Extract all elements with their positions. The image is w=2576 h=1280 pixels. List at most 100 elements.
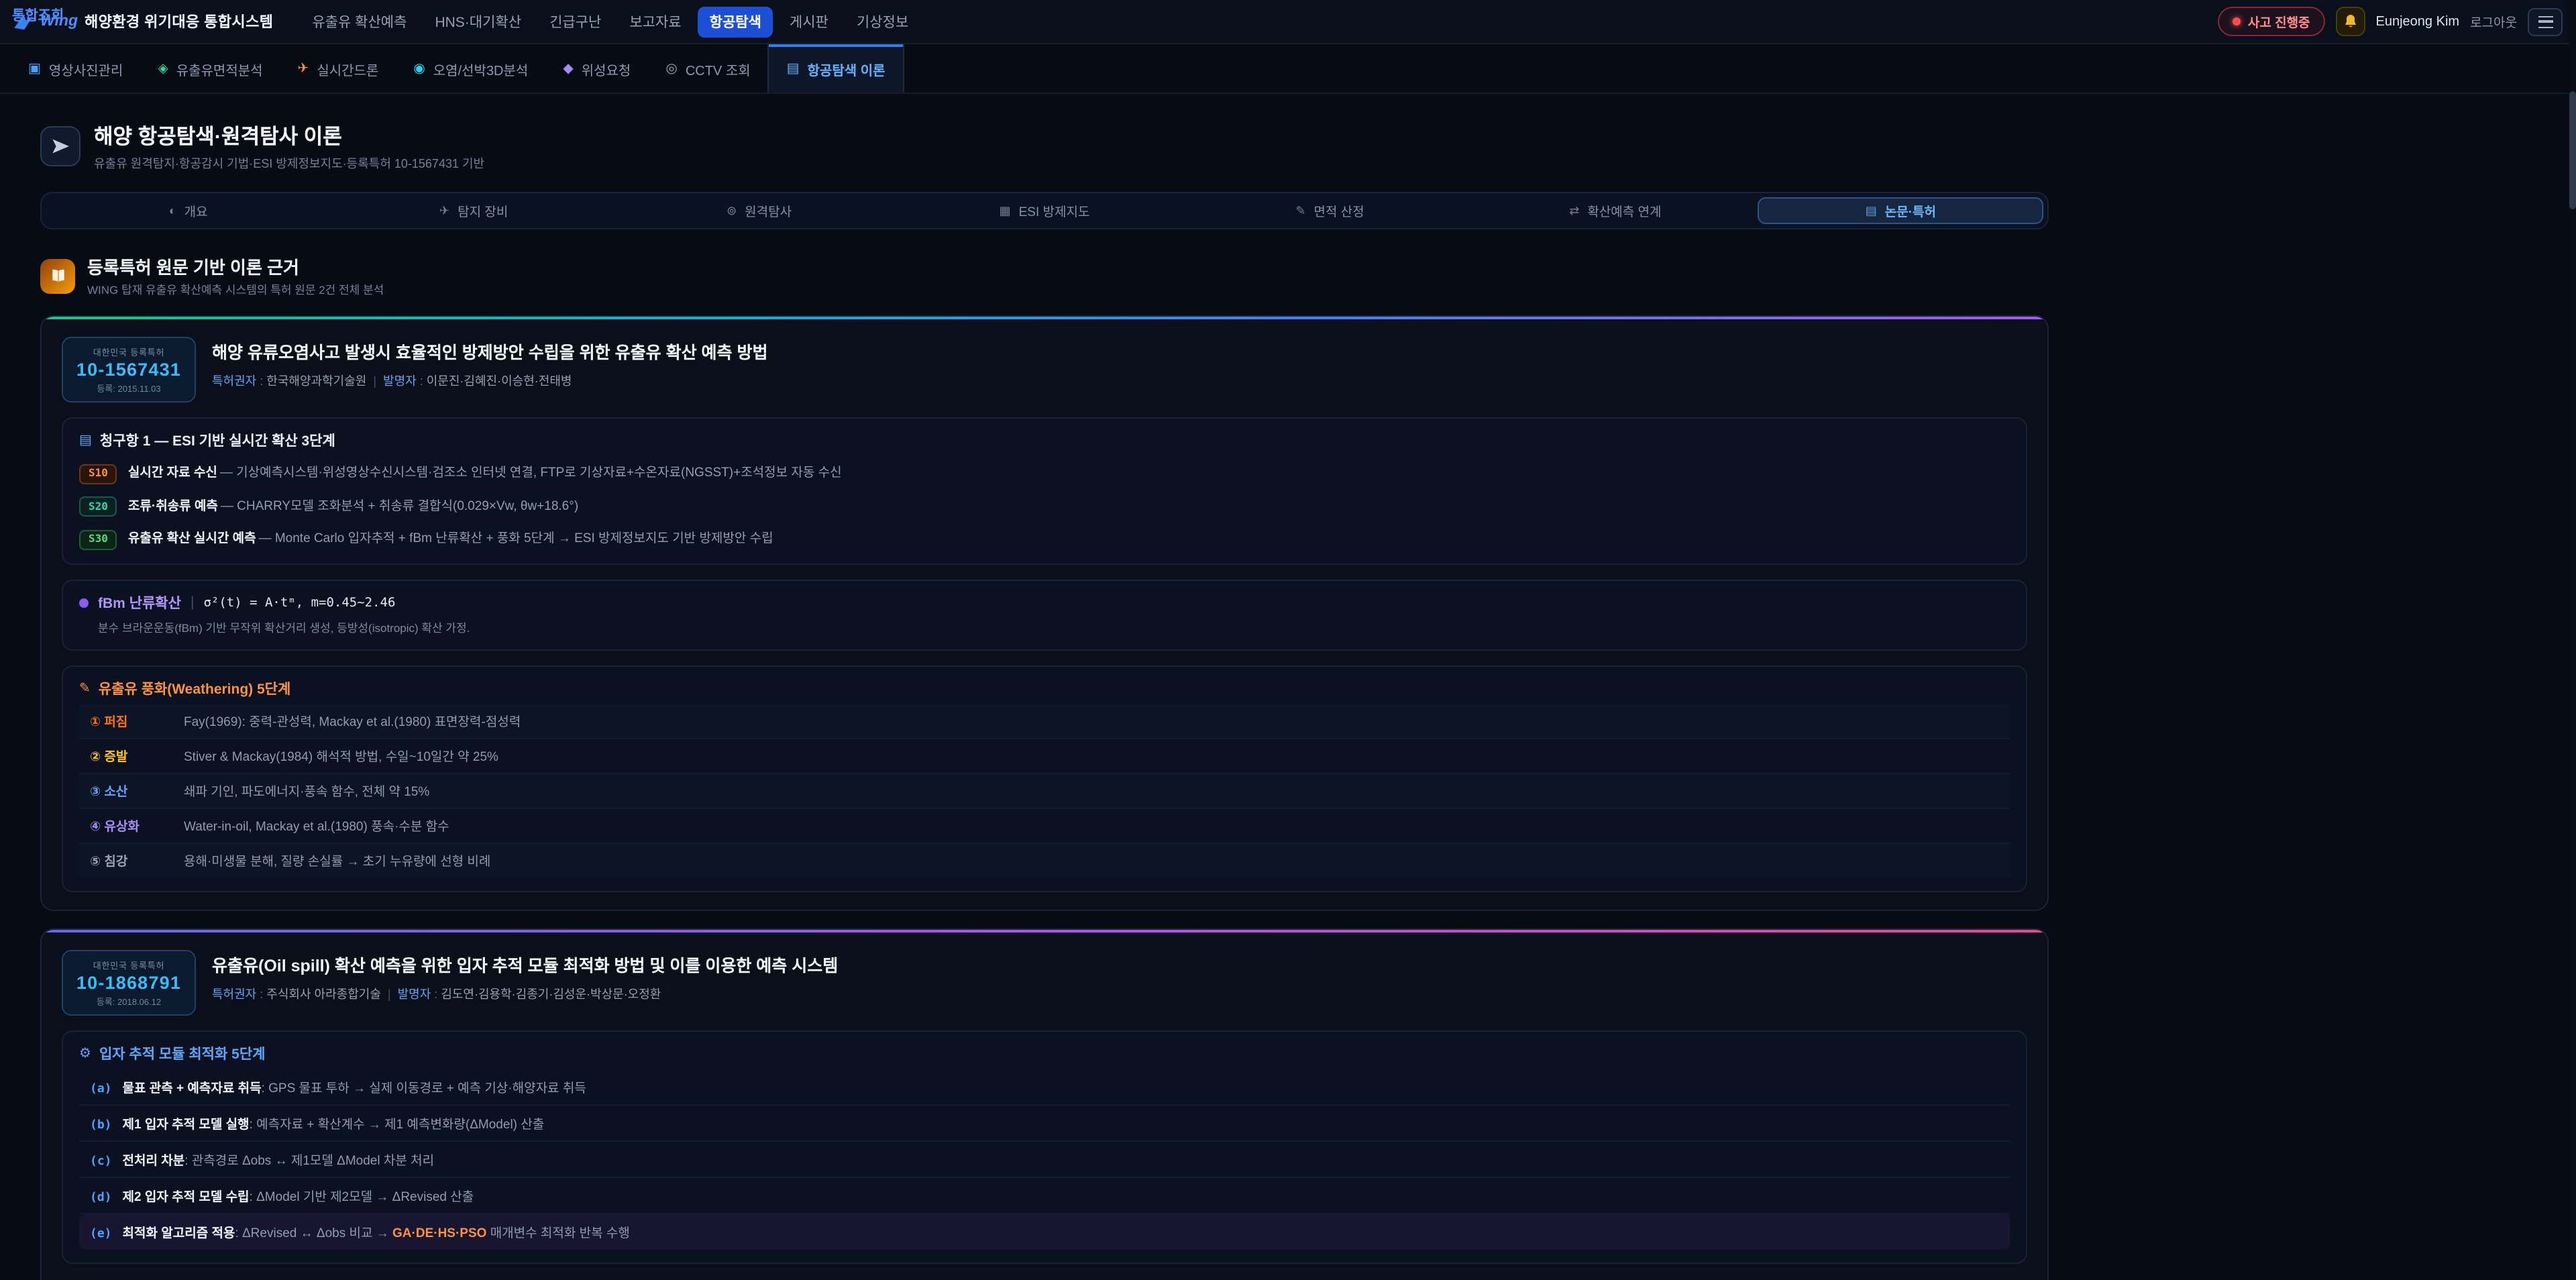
- main-menu: 유출유 확산예측 HNS·대기확산 긴급구난 보고자료 항공탐색 게시판 기상정…: [300, 6, 920, 37]
- patent-reg-date: 등록: 2018.06.12: [71, 994, 186, 1007]
- step-name: 유출유 확산 실시간 예측: [128, 531, 256, 546]
- subtab-cctv-view[interactable]: ◎ CCTV 조회: [648, 44, 767, 93]
- step-name: 물표 관측 + 예측자료 취득: [123, 1081, 262, 1096]
- fbm-title-row: fBm 난류확산 | σ²(t) = A·tᵐ, m=0.45~2.46: [79, 592, 2010, 612]
- tab-diffusion-link[interactable]: ⇄확산예측 연계: [1472, 197, 1758, 224]
- document-icon: ▤: [787, 61, 800, 76]
- meta-divider: |: [373, 374, 376, 388]
- cctv-icon: ◎: [665, 61, 677, 76]
- fbm-title: fBm 난류확산: [98, 592, 181, 612]
- scrollbar-thumb[interactable]: [2569, 91, 2576, 209]
- menu-item-integrated-search[interactable]: 통합조회: [0, 0, 2576, 11]
- step-text: 제2 입자 추적 모델 수립: ΔModel 기반 제2모델 → ΔRevise…: [123, 1185, 474, 1204]
- weathering-panel: ✎ 유출유 풍화(Weathering) 5단계 ① 퍼짐Fay(1969): …: [62, 665, 2027, 892]
- patent-card-10-1567431: 대한민국 등록특허 10-1567431 등록: 2015.11.03 해양 유…: [40, 315, 2049, 910]
- subtab-label: 영상사진관리: [49, 58, 123, 78]
- patent-country-label: 대한민국 등록특허: [71, 345, 186, 358]
- tab-label: 면적 산정: [1313, 201, 1364, 220]
- step-desc-suffix: 매개변수 최적화 반복 수행: [486, 1226, 629, 1240]
- three-d-icon: ◉: [413, 61, 425, 76]
- fbm-description: 분수 브라운운동(fBm) 기반 무작위 확산거리 생성, 등방성(isotro…: [79, 619, 2010, 635]
- subtab-spill-area-analysis[interactable]: ◈ 유출유면적분석: [140, 44, 280, 93]
- optimization-step-e: (e) 최적화 알고리즘 적용: ΔRevised ↔ Δobs 비교 → GA…: [79, 1214, 2010, 1248]
- step-name: 제1 입자 추적 모델 실행: [123, 1117, 250, 1132]
- patent-number: 10-1567431: [71, 360, 186, 380]
- page-title-block: 해양 항공탐색·원격탐사 이론 유출유 원격탐지·항공감시 기법·ESI 방제정…: [94, 121, 484, 172]
- gear-icon: ⚙: [79, 1046, 91, 1061]
- step-badge: S30: [79, 529, 117, 549]
- tab-detection-equipment[interactable]: ✈탐지 장비: [331, 197, 616, 224]
- step-text: 제1 입자 추적 모델 실행: 예측자료 + 확산계수 → 제1 예측변화량(Δ…: [123, 1113, 545, 1132]
- subtab-label: 항공탐색 이론: [808, 58, 885, 78]
- weathering-label: ① 퍼짐: [90, 711, 176, 730]
- step-text: 유출유 확산 실시간 예측— Monte Carlo 입자추적 + fBm 난류…: [128, 531, 773, 547]
- hamburger-menu-button[interactable]: [2528, 7, 2563, 36]
- step-desc: : ΔModel 기반 제2모델 → ΔRevised 산출: [250, 1189, 474, 1204]
- tab-esi-map[interactable]: ▦ESI 방제지도: [902, 197, 1187, 224]
- step-desc: — CHARRY모델 조화분석 + 취송류 결합식(0.029×Vw, θw+1…: [221, 498, 578, 513]
- incident-status-badge[interactable]: 사고 진행중: [2218, 7, 2325, 36]
- weathering-table: ① 퍼짐Fay(1969): 중력-관성력, Mackay et al.(198…: [79, 704, 2010, 877]
- subtab-realtime-drone[interactable]: ✈ 실시간드론: [280, 44, 396, 93]
- step-badge: S10: [79, 464, 117, 484]
- tab-remote-sensing[interactable]: ⊚원격탐사: [616, 197, 902, 224]
- notifications-button[interactable]: [2336, 7, 2365, 36]
- weathering-title-row: ✎ 유출유 풍화(Weathering) 5단계: [79, 678, 2010, 698]
- meta-divider: |: [388, 987, 391, 1000]
- owner-label: 특허권자: [212, 374, 266, 388]
- purple-dot-icon: [79, 598, 89, 607]
- patent-meta: 특허권자주식회사 아라종합기술|발명자김도연·김용학·김종기·김성운·박상문·오…: [212, 984, 838, 1002]
- patent-header: 대한민국 등록특허 10-1567431 등록: 2015.11.03 해양 유…: [62, 337, 2027, 403]
- image-icon: ▣: [28, 61, 41, 76]
- tab-overview[interactable]: ◐개요: [46, 197, 331, 224]
- inventor-label: 발명자: [398, 987, 441, 1000]
- optimization-step-d: (d) 제2 입자 추적 모델 수립: ΔModel 기반 제2모델 → ΔRe…: [79, 1177, 2010, 1214]
- step-desc: : ΔRevised ↔ Δobs 비교 →: [235, 1226, 392, 1240]
- patent-header: 대한민국 등록특허 10-1868791 등록: 2018.06.12 유출유(…: [62, 949, 2027, 1015]
- subtab-aerial-search-theory[interactable]: ▤ 항공탐색 이론: [768, 44, 904, 93]
- user-name[interactable]: Eunjeong Kim: [2376, 14, 2460, 29]
- area-analysis-icon: ◈: [158, 61, 168, 76]
- patent-title-block: 해양 유류오염사고 발생시 효율적인 방제방안 수립을 위한 유출유 확산 예측…: [212, 337, 767, 389]
- subtab-satellite-request[interactable]: ◆ 위성요청: [545, 44, 648, 93]
- owner-value: 한국해양과학기술원: [266, 374, 366, 388]
- section-title: 등록특허 원문 기반 이론 근거: [87, 254, 384, 279]
- subtab-label: 오염/선박3D분석: [433, 58, 529, 78]
- step-desc: : GPS 물표 투하 → 실제 이동경로 + 예측 기상·해양자료 취득: [262, 1081, 586, 1096]
- tab-papers-patents[interactable]: ▤논문·특허: [1758, 197, 2043, 224]
- weathering-desc: 쇄파 기인, 파도에너지·풍속 함수, 전체 약 15%: [184, 781, 429, 800]
- subtab-image-photo-management[interactable]: ▣ 영상사진관리: [11, 44, 140, 93]
- page-subtitle: 유출유 원격탐지·항공감시 기법·ESI 방제정보지도·등록특허 10-1567…: [94, 154, 484, 172]
- patent-title: 유출유(Oil spill) 확산 예측을 위한 입자 추적 모듈 최적화 방법…: [212, 951, 838, 976]
- main-content: 해양 항공탐색·원격탐사 이론 유출유 원격탐지·항공감시 기법·ESI 방제정…: [0, 94, 2049, 1280]
- subtab-pollution-ship-3d[interactable]: ◉ 오염/선박3D분석: [396, 44, 545, 93]
- optimization-steps: (a) 물표 관측 + 예측자료 취득: GPS 물표 투하 → 실제 이동경로…: [79, 1069, 2010, 1248]
- scrollbar[interactable]: [2569, 0, 2576, 1280]
- overview-icon: ◐: [169, 204, 176, 217]
- book-icon: [40, 258, 75, 293]
- aircraft-icon: ✈: [439, 203, 449, 218]
- logout-button[interactable]: 로그아웃: [2470, 12, 2517, 31]
- step-desc: — Monte Carlo 입자추적 + fBm 난류확산 + 풍화 5단계 →…: [259, 531, 773, 546]
- weathering-title: 유출유 풍화(Weathering) 5단계: [99, 678, 291, 698]
- pencil-icon: ✎: [1295, 203, 1305, 218]
- patent-card-10-1868791: 대한민국 등록특허 10-1868791 등록: 2018.06.12 유출유(…: [40, 928, 2049, 1280]
- step-key: (e): [90, 1227, 112, 1240]
- page-header: 해양 항공탐색·원격탐사 이론 유출유 원격탐지·항공감시 기법·ESI 방제정…: [40, 121, 2049, 172]
- tab-label: 원격탐사: [745, 201, 792, 220]
- optimization-panel: ⚙ 입자 추적 모듈 최적화 5단계 (a) 물표 관측 + 예측자료 취득: …: [62, 1030, 2027, 1263]
- owner-value: 주식회사 아라종합기술: [266, 987, 381, 1000]
- claim-step-s20: S20 조류·취송류 예측— CHARRY모델 조화분석 + 취송류 결합식(0…: [79, 496, 2010, 517]
- weathering-row-sedimentation: ⑤ 침강용해·미생물 분해, 질량 손실률 → 초기 누유량에 선형 비례: [79, 843, 2010, 877]
- patent-country-label: 대한민국 등록특허: [71, 957, 186, 971]
- top-nav: Wing 해양환경 위기대응 통합시스템 유출유 확산예측 HNS·대기확산 긴…: [0, 0, 2576, 44]
- tab-area-calculation[interactable]: ✎ 면적 산정: [1187, 197, 1472, 224]
- optimization-step-a: (a) 물표 관측 + 예측자료 취득: GPS 물표 투하 → 실제 이동경로…: [79, 1069, 2010, 1105]
- inventors-value: 이문진·김혜진·이승현·전태병: [427, 374, 572, 388]
- inventors-value: 김도연·김용학·김종기·김성운·박상문·오정환: [441, 987, 661, 1000]
- patent-title-block: 유출유(Oil spill) 확산 예측을 위한 입자 추적 모듈 최적화 방법…: [212, 949, 838, 1002]
- step-name: 제2 입자 추적 모델 수립: [123, 1189, 250, 1204]
- page-icon-box: [40, 126, 80, 166]
- patent-number: 10-1868791: [71, 972, 186, 992]
- optimization-title-row: ⚙ 입자 추적 모듈 최적화 5단계: [79, 1043, 2010, 1063]
